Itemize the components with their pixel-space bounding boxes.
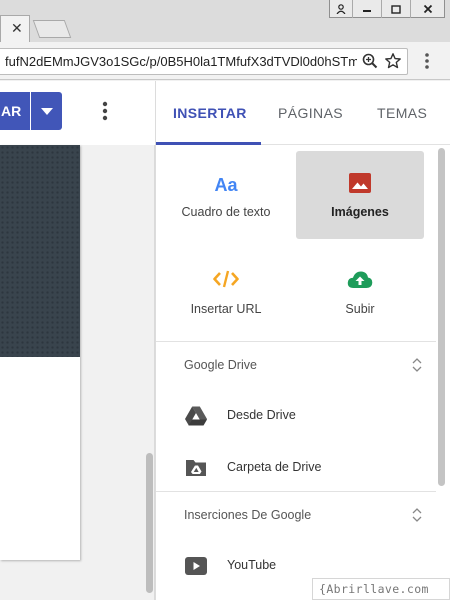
editor-toolbar: AR bbox=[0, 81, 155, 145]
publish-options-button[interactable] bbox=[31, 92, 62, 130]
insert-panel: INSERTAR PÁGINAS TEMAS Aa Cuadro de text… bbox=[155, 81, 450, 600]
text-box-label: Cuadro de texto bbox=[181, 205, 271, 219]
embed-url-tile[interactable]: Insertar URL bbox=[162, 248, 290, 336]
active-tab-indicator bbox=[156, 142, 261, 145]
embed-code-icon bbox=[213, 270, 239, 288]
section-title-inserciones-google[interactable]: Inserciones De Google bbox=[184, 508, 311, 522]
upload-cloud-icon bbox=[347, 271, 373, 288]
window-controls bbox=[329, 0, 445, 18]
collapse-chevron-icon[interactable] bbox=[412, 357, 422, 373]
editor-area: AR bbox=[0, 81, 155, 600]
maximize-icon bbox=[391, 4, 401, 14]
close-window-button[interactable] bbox=[410, 0, 444, 18]
desde-drive-label: Desde Drive bbox=[227, 408, 296, 422]
upload-tile[interactable]: Subir bbox=[296, 248, 424, 336]
upload-label: Subir bbox=[345, 302, 375, 316]
youtube-label: YouTube bbox=[227, 558, 277, 572]
section-title-google-drive[interactable]: Google Drive bbox=[184, 358, 257, 372]
youtube-icon bbox=[185, 557, 207, 575]
window-titlebar: ✕ bbox=[0, 0, 450, 42]
panel-scrollbar[interactable] bbox=[438, 148, 445, 486]
tab-insertar[interactable]: INSERTAR bbox=[173, 105, 247, 121]
zoom-icon[interactable] bbox=[361, 52, 379, 70]
bookmark-star-icon[interactable] bbox=[384, 52, 402, 70]
user-icon bbox=[336, 4, 346, 14]
google-drive-icon bbox=[185, 406, 207, 426]
minimize-button[interactable] bbox=[352, 0, 381, 18]
image-icon bbox=[349, 173, 371, 193]
list-item-carpeta-drive[interactable]: Carpeta de Drive bbox=[184, 456, 434, 480]
user-profile-button[interactable] bbox=[330, 0, 352, 18]
browser-menu-icon[interactable] bbox=[420, 52, 434, 70]
text-aa-icon: Aa bbox=[214, 175, 238, 195]
list-item-desde-drive[interactable]: Desde Drive bbox=[184, 404, 434, 428]
panel-tabs: INSERTAR PÁGINAS TEMAS bbox=[156, 81, 450, 145]
minimize-icon bbox=[363, 10, 371, 12]
watermark-text: {Abrirllave.com bbox=[312, 578, 450, 600]
collapse-chevron-icon[interactable] bbox=[412, 507, 422, 523]
address-bar: fufN2dEMmJGV3o1SGc/p/0B5H0la1TMfufX3dTVD… bbox=[0, 42, 450, 80]
page-canvas[interactable] bbox=[0, 145, 80, 560]
section-divider bbox=[156, 491, 436, 492]
url-text[interactable]: fufN2dEMmJGV3o1SGc/p/0B5H0la1TMfufX3dTVD… bbox=[5, 54, 357, 69]
carpeta-drive-label: Carpeta de Drive bbox=[227, 460, 322, 474]
text-box-tile[interactable]: Aa Cuadro de texto bbox=[162, 151, 290, 239]
publish-button[interactable]: AR bbox=[0, 92, 30, 130]
embed-url-label: Insertar URL bbox=[190, 302, 262, 316]
more-options-icon[interactable] bbox=[98, 100, 112, 122]
omnibox[interactable]: fufN2dEMmJGV3o1SGc/p/0B5H0la1TMfufX3dTVD… bbox=[0, 48, 408, 75]
section-divider bbox=[156, 341, 436, 342]
page-header-banner[interactable] bbox=[0, 145, 80, 357]
list-item-youtube[interactable]: YouTube bbox=[184, 554, 434, 578]
browser-tab[interactable]: ✕ bbox=[0, 15, 30, 42]
new-tab-button[interactable] bbox=[32, 20, 72, 38]
caret-down-icon bbox=[40, 107, 53, 115]
tab-temas[interactable]: TEMAS bbox=[377, 105, 427, 121]
maximize-button[interactable] bbox=[381, 0, 410, 18]
drive-folder-icon bbox=[186, 460, 206, 476]
images-label: Imágenes bbox=[331, 205, 389, 219]
close-icon bbox=[423, 4, 432, 14]
tab-paginas[interactable]: PÁGINAS bbox=[278, 105, 343, 121]
tab-close-button[interactable]: ✕ bbox=[11, 20, 23, 37]
editor-scrollbar[interactable] bbox=[146, 453, 153, 593]
images-tile[interactable]: Imágenes bbox=[296, 151, 424, 239]
